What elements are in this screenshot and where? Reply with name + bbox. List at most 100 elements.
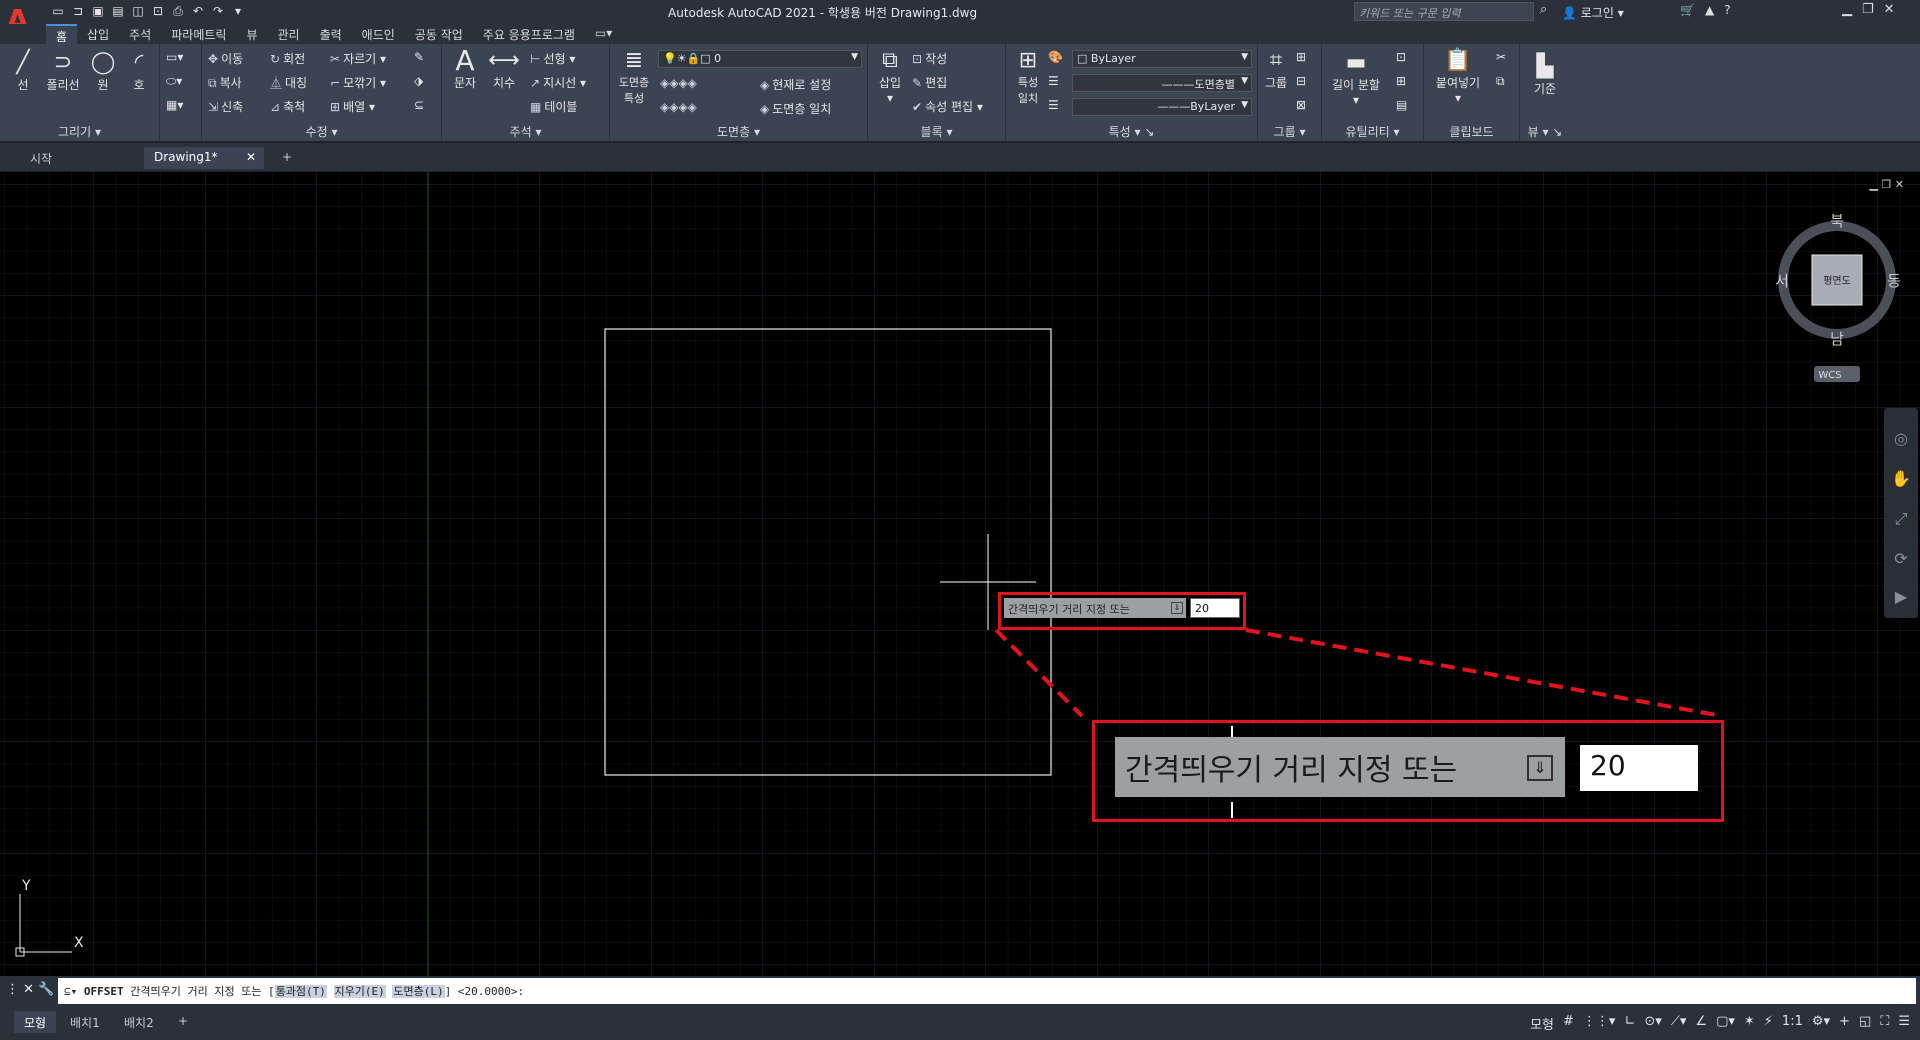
ungroup-icon[interactable]: ⊞ [1296,50,1306,64]
paste-tool[interactable]: 📋 붙여넣기 ▾ [1430,48,1486,105]
tab-parametric[interactable]: 파라메트릭 [161,24,236,44]
tab-insert[interactable]: 삽입 [77,24,119,44]
table-tool[interactable]: ▦ 테이블 [530,98,577,115]
mirror-tool[interactable]: ⏅ 대칭 [270,74,307,91]
hatch-icon[interactable]: ⬭▾ [166,74,182,89]
stretch-tool[interactable]: ⇲ 신축 [208,98,243,115]
tab-view[interactable]: 뷰 [236,24,267,44]
create-block-tool[interactable]: ⊡ 작성 [912,50,947,67]
groups-panel-label[interactable]: 그룹 ▾ [1258,123,1321,140]
web-save-icon[interactable]: ◫ [130,4,146,18]
annotation-panel-label[interactable]: 주석 ▾ [442,123,609,140]
layers-panel-label[interactable]: 도면층 ▾ [610,123,867,140]
tab-drawing1[interactable]: Drawing1* ✕ [144,147,264,169]
fillet-tool[interactable]: ⌐ 모깎기 ▾ [330,74,386,91]
copy-tool[interactable]: ⧉ 복사 [208,74,242,91]
autoscale-icon[interactable]: ⚡ [1764,1014,1773,1033]
cut-icon[interactable]: ✂ [1496,50,1506,64]
layer-properties-tool[interactable]: ≣ 도면층 특성 [614,48,654,106]
leader-tool[interactable]: ↗ 지시선 ▾ [530,74,586,91]
compass-south[interactable]: 남 [1830,330,1844,348]
group-tool[interactable]: ⌗ 그룹 [1260,48,1292,91]
lineweight-dropdown[interactable]: ———ByLayer ▼ [1072,98,1252,116]
drawing-canvas[interactable]: Y X 평면도 북 남 동 서 WCS ◎ ✋ ⤢ ⟳ ▶ ▁ ❐ ✕ [0,172,1920,976]
tab-collaborate[interactable]: 공동 작업 [405,24,473,44]
match-properties-tool[interactable]: ⊞ 특성 일치 [1010,48,1046,106]
block-panel-label[interactable]: 블록 ▾ [868,123,1005,140]
help-icon[interactable]: ? [1724,3,1730,17]
clipboard-panel-label[interactable]: 클립보드 [1424,123,1519,140]
save-icon[interactable]: ▣ [90,4,106,18]
option-erase[interactable]: 지우기(E) [333,985,386,998]
rotate-tool[interactable]: ↻ 회전 [270,50,305,67]
wcs-menu[interactable]: WCS [1818,370,1841,381]
close-tab-icon[interactable]: ✕ [246,150,256,164]
snap-icon[interactable]: ⋮⋮▾ [1583,1014,1616,1033]
utilities-panel-label[interactable]: 유틸리티 ▾ [1322,123,1423,140]
minimize-icon[interactable]: ▁ [1842,2,1852,17]
orbit-icon[interactable]: ⟳ [1894,549,1908,568]
search-icon[interactable]: ⌕ [1540,2,1547,17]
redo-icon[interactable]: ↷ [210,4,226,18]
layer-dropdown[interactable]: 💡☀🔒□ 0 ▼ [658,50,862,68]
compass-west[interactable]: 서 [1775,272,1789,290]
select-all-icon[interactable]: ⊞ [1396,74,1406,88]
undo-icon[interactable]: ↶ [190,4,206,18]
annotation-visibility-icon[interactable]: ✶ [1744,1014,1755,1033]
array-tool[interactable]: ⊞ 배열 ▾ [330,98,375,115]
customize-icon[interactable]: ☰ [1898,1014,1910,1033]
wrench-icon[interactable]: 🔧 [38,982,54,997]
offset-icon[interactable]: ⊆ [414,98,424,112]
tab-addins[interactable]: 애드인 [352,24,405,44]
layer-tools-row1[interactable]: ◈◈◈◈ [660,76,700,90]
grip-icon[interactable]: ⋮ [6,982,19,997]
login-button[interactable]: 👤 로그인 ▾ [1562,4,1624,21]
properties-panel-label[interactable]: 특성 ▾ ↘ [1006,123,1257,140]
view-panel-label[interactable]: 뷰 ▾ ↘ [1520,123,1570,140]
layer-tools-row2[interactable]: ◈◈◈◈ [660,100,700,114]
layer-match-tool[interactable]: ◈ 도면층 일치 [760,100,831,117]
measure-tool[interactable]: ▬ 길이 분할 ▾ [1326,50,1386,107]
model-space-toggle[interactable]: 모형 [1530,1014,1554,1033]
new-tab-icon[interactable]: + [272,147,302,169]
steering-wheel-icon[interactable]: ◎ [1894,429,1908,448]
annotation-scale[interactable]: 1:1 [1782,1014,1803,1033]
ribbon-toggle-icon[interactable]: ▭▾ [585,24,622,44]
base-view-tool[interactable]: ▙ 기준 [1526,54,1564,97]
fullscreen-icon[interactable]: ⛶ [1880,1014,1889,1033]
option-layer[interactable]: 도면층(L) [392,985,445,998]
scale-tool[interactable]: ⊿ 축척 [270,98,305,115]
qat-dropdown-icon[interactable]: ▾ [230,4,246,18]
showmotion-icon[interactable]: ▶ [1895,587,1908,606]
layout-tab-layout1[interactable]: 배치1 [60,1011,110,1033]
option-through[interactable]: 통과점(T) [274,985,327,998]
modify-panel-label[interactable]: 수정 ▾ [202,123,441,140]
search-input[interactable]: 키워드 또는 구문 입력 [1354,2,1534,21]
gear-icon[interactable]: ⚙▾ [1812,1014,1830,1033]
rectangle-icon[interactable]: ▭▾ [166,50,183,64]
command-input[interactable]: ⊆▾ OFFSET 간격띄우기 거리 지정 또는 [통과점(T) 지우기(E) … [58,978,1916,1004]
autodesk-app-icon[interactable]: ▲ [1705,3,1714,17]
restore-icon[interactable]: ❐ [1862,2,1874,17]
osnap-icon[interactable]: ▢▾ [1716,1014,1735,1033]
add-layout-icon[interactable]: + [168,1011,198,1033]
group-edit-icon[interactable]: ⊟ [1296,74,1306,88]
zoom-extents-icon[interactable]: ⤢ [1895,509,1908,528]
new-icon[interactable]: ▭ [50,4,66,18]
linetype-dropdown[interactable]: ———도면층별 ▼ [1072,74,1252,92]
compass-north[interactable]: 북 [1830,212,1844,230]
polar-icon[interactable]: ⊙▾ [1644,1014,1661,1033]
text-tool[interactable]: A 문자 [448,47,482,91]
tab-annotate[interactable]: 주석 [119,24,161,44]
linear-tool[interactable]: ⊢ 선형 ▾ [530,50,575,67]
polyline-tool[interactable]: ⊃ 폴리선 [42,50,84,93]
close-cmd-icon[interactable]: ✕ [23,982,34,997]
layout-tab-model[interactable]: 모형 [14,1011,57,1033]
edit-attribute-tool[interactable]: ✔ 속성 편집 ▾ [912,98,983,115]
save-as-icon[interactable]: ▤ [110,4,126,18]
tab-start[interactable]: 시작 [20,147,140,169]
osnap-tracking-icon[interactable]: ∠ [1695,1014,1707,1033]
compass-east[interactable]: 동 [1887,272,1901,290]
close-icon[interactable]: ✕ [1884,2,1895,17]
plot-icon[interactable]: ⎙ [170,4,186,18]
